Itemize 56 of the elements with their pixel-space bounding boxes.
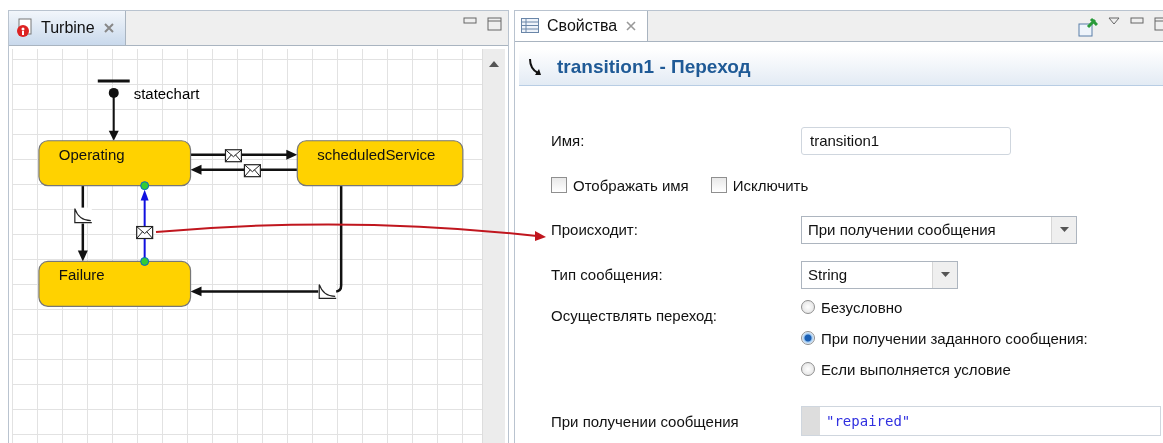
diagram-canvas[interactable]: statechart Operating scheduledService Failure <box>12 49 482 443</box>
field-label: При получении сообщения <box>551 412 739 430</box>
checkbox-label: Отображать имя <box>573 176 689 194</box>
message-icon <box>243 164 261 178</box>
message-icon <box>136 225 154 240</box>
view-menu-icon[interactable] <box>1108 17 1120 25</box>
checkbox-box[interactable] <box>710 177 727 193</box>
timeout-icon <box>73 207 93 224</box>
radio-option[interactable]: При получении заданного сообщения: <box>801 328 1088 348</box>
radio-option[interactable]: Если выполняется условие <box>801 359 1088 379</box>
message-icon <box>224 149 242 163</box>
state-node[interactable]: Operating <box>38 140 192 187</box>
tab-title: Свойства <box>547 16 618 35</box>
caret-icon <box>1059 227 1069 232</box>
radio-button[interactable] <box>801 300 815 314</box>
scroll-up-icon[interactable] <box>489 61 499 67</box>
checkbox-label: Исключить <box>732 176 809 194</box>
editor-tab[interactable]: Turbine <box>9 11 126 45</box>
table-icon <box>521 18 539 34</box>
checkbox[interactable]: Отображать имя <box>551 176 689 194</box>
message-type-dropdown[interactable]: String <box>801 260 958 289</box>
name-input[interactable]: transition1 <box>801 126 1011 155</box>
timeout-icon <box>318 283 337 300</box>
checkbox[interactable]: Исключить <box>710 176 809 194</box>
properties-title: transition1 - Переход <box>557 55 751 78</box>
radio-label: Если выполняется условие <box>821 360 1011 378</box>
transition-icon <box>527 56 543 77</box>
statechart-label: statechart <box>133 84 200 102</box>
radio-label: При получении заданного сообщения: <box>821 329 1088 347</box>
caret-icon <box>940 272 950 277</box>
minimize-icon[interactable] <box>463 17 477 25</box>
checkbox-box[interactable] <box>551 177 567 193</box>
state-node[interactable]: scheduledService <box>296 140 464 187</box>
minimize-icon[interactable] <box>1130 17 1144 25</box>
tab-title: Turbine <box>41 19 95 37</box>
state-node[interactable]: Failure <box>38 260 192 307</box>
radio-button[interactable] <box>801 362 815 376</box>
radio-button[interactable] <box>801 331 815 345</box>
document-icon <box>15 18 33 38</box>
close-icon[interactable] <box>625 19 638 32</box>
field-label: Имя: <box>551 132 585 149</box>
properties-tab[interactable]: Свойства <box>515 11 649 41</box>
trigger-dropdown[interactable]: При получении сообщения <box>801 215 1077 244</box>
field-label: Осуществлять переход: <box>551 307 717 324</box>
maximize-icon[interactable] <box>487 17 502 31</box>
initial-state-marker <box>97 79 130 141</box>
message-input[interactable]: "repaired" <box>801 406 1161 436</box>
selection-handle[interactable] <box>140 181 150 191</box>
pin-icon[interactable] <box>1078 17 1098 37</box>
close-icon[interactable] <box>102 22 115 34</box>
field-label: Тип сообщения: <box>551 266 663 283</box>
radio-label: Безусловно <box>821 298 903 316</box>
selection-handle[interactable] <box>140 256 150 266</box>
scrollbar[interactable] <box>482 49 505 443</box>
radio-option[interactable]: Безусловно <box>801 297 1088 317</box>
field-label: Происходит: <box>551 221 638 238</box>
